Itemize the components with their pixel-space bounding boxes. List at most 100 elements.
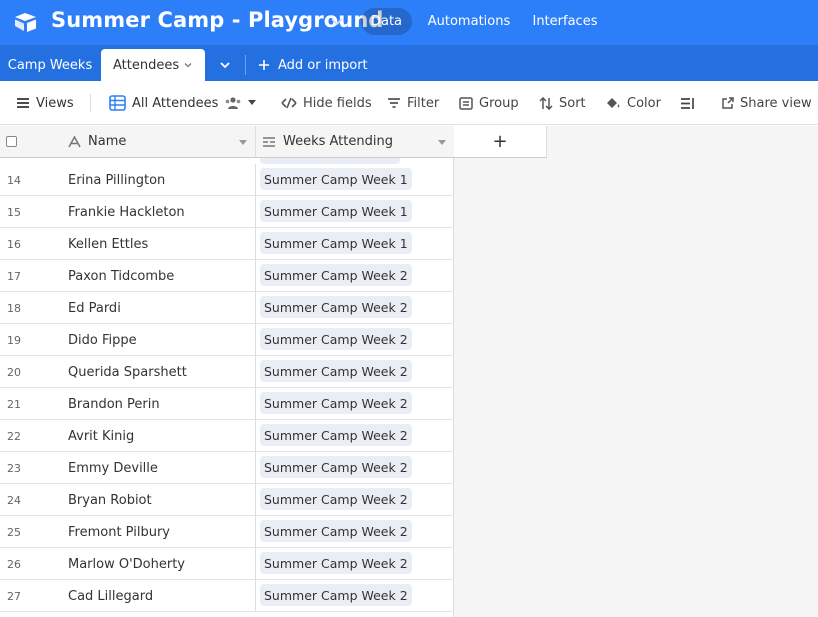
- attendee-name-cell[interactable]: Avrit Kinig: [68, 429, 134, 444]
- text-field-icon: [68, 135, 81, 147]
- tables-menu-button[interactable]: [210, 49, 240, 81]
- week-record-pill[interactable]: Summer Camp Week 1: [260, 232, 412, 254]
- table-row[interactable]: 15 Frankie Hackleton Summer Camp Week 1: [0, 196, 454, 228]
- column-menu-caret-icon[interactable]: [239, 140, 247, 145]
- table-row[interactable]: 23 Emmy Deville Summer Camp Week 2: [0, 452, 454, 484]
- attendee-name-cell[interactable]: Ed Pardi: [68, 301, 121, 316]
- attendee-name-cell[interactable]: Emmy Deville: [68, 461, 158, 476]
- cell-divider: [255, 356, 256, 388]
- sort-button[interactable]: Sort: [539, 81, 586, 125]
- row-number: 25: [7, 526, 21, 539]
- attendee-name-cell[interactable]: Bryan Robiot: [68, 493, 152, 508]
- table-row[interactable]: 18 Ed Pardi Summer Camp Week 2: [0, 292, 454, 324]
- chevron-down-icon[interactable]: [329, 13, 345, 29]
- add-or-import-button[interactable]: Add or import: [258, 49, 368, 81]
- share-icon: [722, 96, 734, 109]
- sort-icon: [539, 96, 553, 110]
- attendee-name-cell[interactable]: Brandon Perin: [68, 397, 160, 412]
- attendee-name-cell[interactable]: Paxon Tidcombe: [68, 269, 174, 284]
- attendee-name-cell[interactable]: Frankie Hackleton: [68, 205, 185, 220]
- add-or-import-label: Add or import: [278, 57, 368, 73]
- table-row[interactable]: 24 Bryan Robiot Summer Camp Week 2: [0, 484, 454, 516]
- week-record-pill[interactable]: Summer Camp Week 2: [260, 520, 412, 542]
- cell-divider: [255, 452, 256, 484]
- week-record-pill[interactable]: Summer Camp Week 1: [260, 200, 412, 222]
- chevron-down-icon[interactable]: [183, 60, 193, 70]
- table-row[interactable]: 20 Querida Sparshett Summer Camp Week 2: [0, 356, 454, 388]
- table-row[interactable]: 25 Fremont Pilbury Summer Camp Week 2: [0, 516, 454, 548]
- attendee-name-cell[interactable]: Querida Sparshett: [68, 365, 187, 380]
- cell-divider: [255, 388, 256, 420]
- tab-camp-weeks[interactable]: Camp Weeks: [0, 49, 100, 81]
- column-header-weeks-attending[interactable]: Weeks Attending: [256, 126, 454, 158]
- table-row[interactable]: 27 Cad Lillegard Summer Camp Week 2: [0, 580, 454, 612]
- select-all-checkbox[interactable]: [6, 136, 17, 147]
- attendee-name-cell[interactable]: Erina Pillington: [68, 173, 165, 188]
- week-record-pill[interactable]: Summer Camp Week 2: [260, 488, 412, 510]
- week-record-pill[interactable]: Summer Camp Week 2: [260, 360, 412, 382]
- week-record-pill[interactable]: Summer Camp Week 2: [260, 264, 412, 286]
- cell-divider: [255, 164, 256, 196]
- tab-attendees-label: Attendees: [113, 57, 180, 73]
- hide-fields-label: Hide fields: [303, 95, 372, 111]
- week-record-pill[interactable]: Summer Camp Week 2: [260, 296, 412, 318]
- group-button[interactable]: Group: [459, 81, 519, 125]
- row-number: 22: [7, 430, 21, 443]
- attendee-name-cell[interactable]: Marlow O'Doherty: [68, 557, 185, 572]
- row-number: 24: [7, 494, 21, 507]
- color-button[interactable]: Color: [605, 81, 661, 125]
- cell-divider: [255, 420, 256, 452]
- attendee-name-cell[interactable]: Kellen Ettles: [68, 237, 148, 252]
- table-row[interactable]: 19 Dido Fippe Summer Camp Week 2: [0, 324, 454, 356]
- group-label: Group: [479, 95, 519, 111]
- table-row[interactable]: 22 Avrit Kinig Summer Camp Week 2: [0, 420, 454, 452]
- attendee-name-cell[interactable]: Fremont Pilbury: [68, 525, 170, 540]
- week-record-pill[interactable]: Summer Camp Week 2: [260, 328, 412, 350]
- nav-data[interactable]: Data: [361, 8, 412, 35]
- share-view-button[interactable]: Share view: [721, 81, 812, 125]
- nav-automations[interactable]: Automations: [424, 8, 514, 35]
- select-all-header: [0, 126, 56, 158]
- attendee-name-cell[interactable]: Cad Lillegard: [68, 589, 153, 604]
- row-number: 17: [7, 270, 21, 283]
- row-number: 21: [7, 398, 21, 411]
- app-logo-icon[interactable]: [14, 11, 38, 33]
- row-height-button[interactable]: [680, 81, 695, 125]
- group-icon: [459, 96, 473, 110]
- table-row[interactable]: 17 Paxon Tidcombe Summer Camp Week 2: [0, 260, 454, 292]
- people-icon: [226, 97, 241, 109]
- views-label: Views: [36, 95, 74, 111]
- week-record-pill[interactable]: Summer Camp Week 1: [260, 168, 412, 190]
- records-grid: Name Weeks Attending 14 Erina Pillington S…: [0, 126, 818, 617]
- divider: [90, 94, 91, 112]
- week-record-pill[interactable]: Summer Camp Week 2: [260, 424, 412, 446]
- column-header-name[interactable]: Name: [56, 126, 256, 158]
- filter-button[interactable]: Filter: [387, 81, 439, 125]
- week-record-pill[interactable]: Summer Camp Week 2: [260, 552, 412, 574]
- tab-attendees[interactable]: Attendees: [101, 49, 205, 81]
- row-number: 20: [7, 366, 21, 379]
- nav-interfaces[interactable]: Interfaces: [530, 8, 600, 35]
- attendee-name-cell[interactable]: Dido Fippe: [68, 333, 137, 348]
- cell-divider: [255, 196, 256, 228]
- week-record-pill[interactable]: Summer Camp Week 2: [260, 456, 412, 478]
- column-menu-caret-icon[interactable]: [438, 140, 446, 145]
- views-button[interactable]: Views: [16, 81, 74, 125]
- table-row[interactable]: 21 Brandon Perin Summer Camp Week 2: [0, 388, 454, 420]
- table-row[interactable]: 14 Erina Pillington Summer Camp Week 1: [0, 164, 454, 196]
- table-row[interactable]: 16 Kellen Ettles Summer Camp Week 1: [0, 228, 454, 260]
- add-field-button[interactable]: +: [454, 126, 547, 158]
- current-view-selector[interactable]: All Attendees: [109, 81, 257, 125]
- cell-divider: [255, 580, 256, 612]
- week-record-pill[interactable]: Summer Camp Week 2: [260, 584, 412, 606]
- grid-data-pane: Name Weeks Attending 14 Erina Pillington S…: [0, 126, 454, 617]
- week-record-pill[interactable]: Summer Camp Week 2: [260, 392, 412, 414]
- hide-fields-button[interactable]: Hide fields: [281, 81, 372, 125]
- table-tab-bar: Camp Weeks Attendees Add or import: [0, 45, 818, 81]
- row-number: 19: [7, 334, 21, 347]
- cell-divider: [255, 484, 256, 516]
- hamburger-icon: [17, 98, 29, 108]
- table-row[interactable]: 26 Marlow O'Doherty Summer Camp Week 2: [0, 548, 454, 580]
- caret-down-icon: [248, 100, 257, 105]
- record-rows: 14 Erina Pillington Summer Camp Week 1 15 Fr…: [0, 158, 454, 617]
